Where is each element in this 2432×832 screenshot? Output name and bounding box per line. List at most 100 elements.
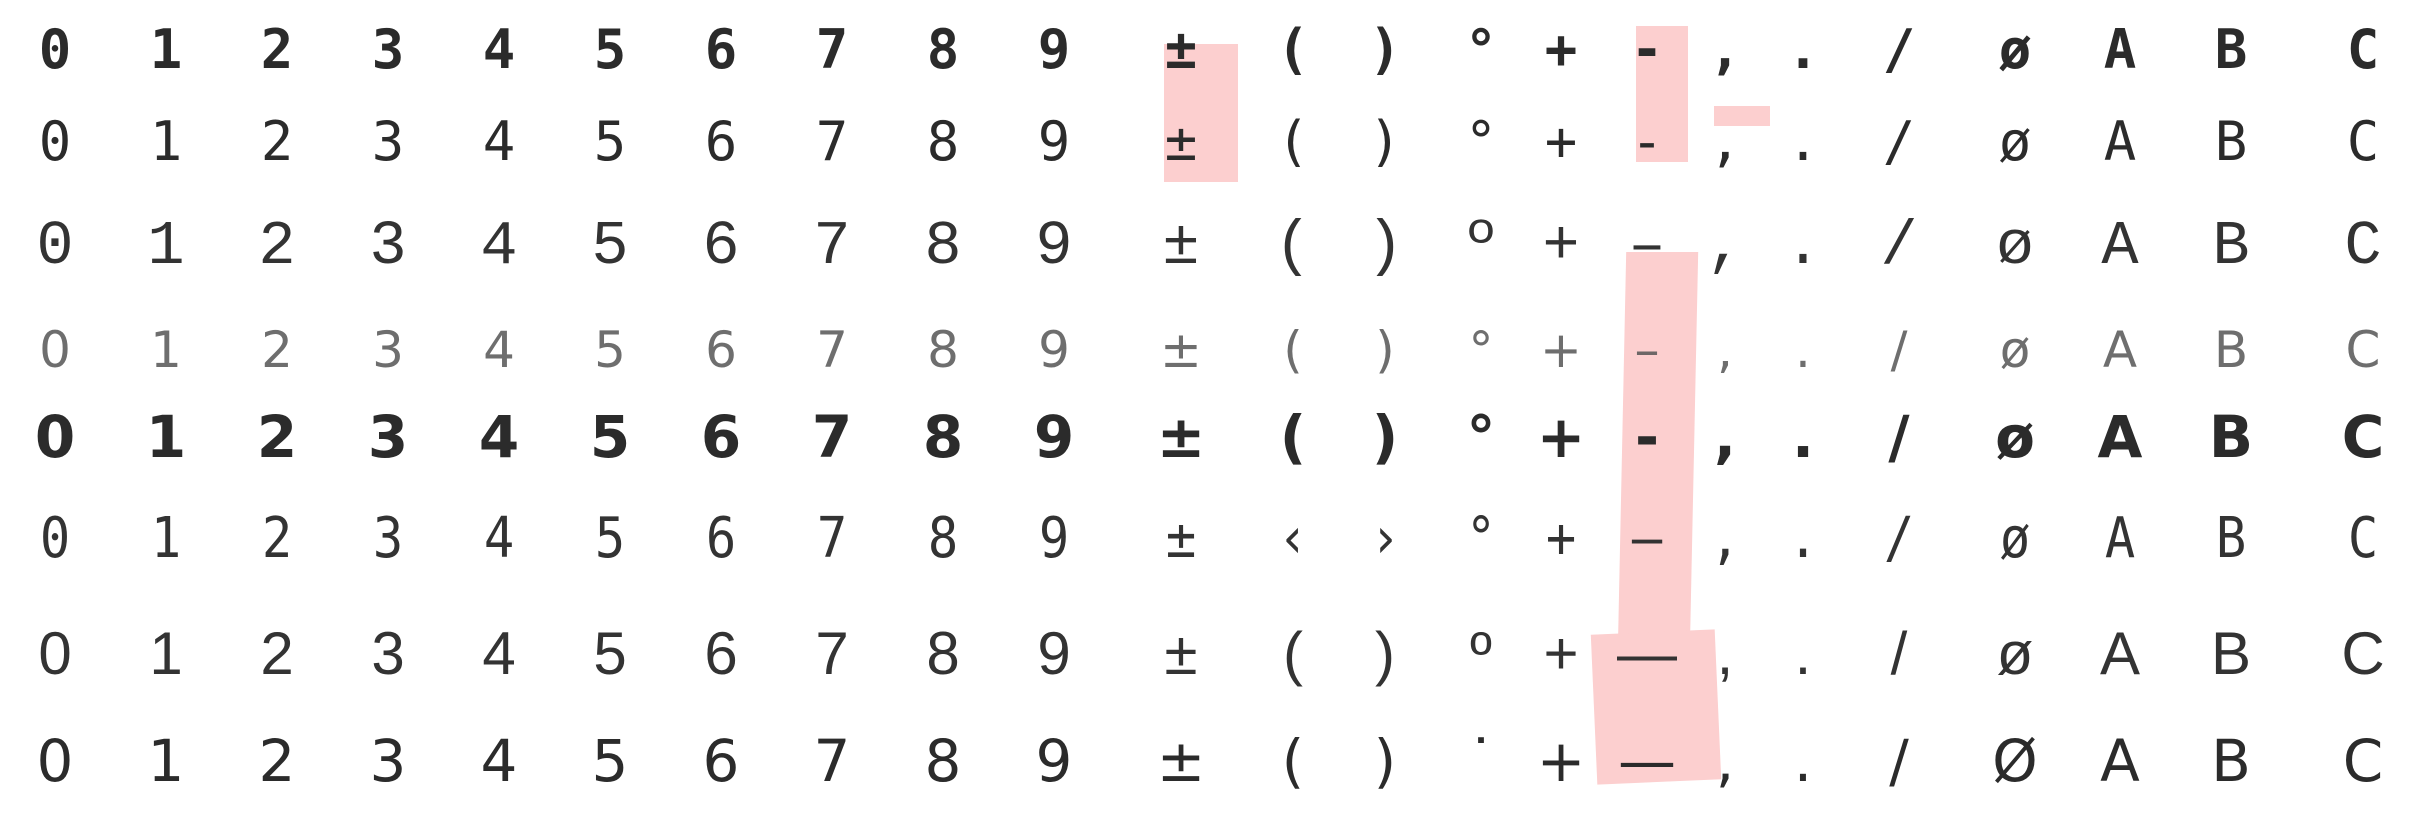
glyph: 2 [258,727,296,795]
glyph-row-3: 0 1 2 3 4 5 6 7 8 9 ±() º + –,. / ø A B C [0,192,2432,302]
glyph: ) [1368,110,1402,173]
glyph: ) [1375,620,1395,687]
glyph: 3 [371,18,405,81]
glyph: B [2210,620,2252,687]
glyph: 3 [371,620,405,687]
glyph: 5 [593,18,627,81]
glyph: 1 [147,211,185,282]
glyph: 0 [38,110,72,173]
glyph: 4 [480,211,518,282]
glyph: 5 [593,620,627,687]
glyph: 9 [1035,211,1073,282]
glyph: 1 [150,506,182,571]
glyph: 5 [591,727,629,795]
glyph: / [1889,727,1909,795]
glyph: 1 [145,403,187,471]
glyph: 8 [927,506,959,571]
glyph: ± [1164,18,1198,81]
glyph: 4 [482,18,516,81]
glyph: + [1545,506,1577,571]
glyph: 4 [478,403,520,471]
glyph: C [2341,620,2385,687]
glyph-row-5: 0 1 2 3 4 5 6 7 8 9 ±() ° + -,. / ø A B C [0,382,2432,492]
glyph: 0 [36,211,74,282]
glyph: 8 [926,110,960,173]
glyph: A [2097,403,2143,471]
glyph: 4 [482,620,516,687]
glyph: 8 [926,18,960,81]
glyph: 2 [260,18,294,81]
glyph: › [1369,506,1401,571]
glyph: / [1890,620,1908,687]
glyph: / [1883,506,1915,571]
glyph: 7 [816,506,848,571]
glyph: 2 [260,110,294,173]
glyph: / [1888,403,1910,471]
glyph: 7 [811,403,853,471]
glyph: 8 [926,620,960,687]
glyph: C [2346,18,2380,81]
glyph: ø [1996,211,2034,282]
glyph: . [1784,211,1822,282]
glyph: 3 [371,110,405,173]
glyph: ± [1162,211,1200,282]
glyph: 9 [1037,110,1071,173]
glyph: 4 [480,727,518,795]
glyph: 1 [149,18,183,81]
glyph: 5 [594,506,626,571]
glyph: 6 [702,211,740,282]
glyph: 7 [813,727,851,795]
glyph: 2 [256,403,298,471]
glyph: ± [1156,727,1206,795]
glyph: . [1793,727,1813,795]
glyph-row-1: 0 1 2 3 4 5 6 7 8 9 ±() ° + -,. / ø A B C [0,0,2432,100]
glyph: 0 [36,727,74,795]
glyph: 8 [924,727,962,795]
glyph: ± [1165,506,1197,571]
glyph: 8 [922,403,964,471]
glyph: A [2103,110,2137,173]
glyph: 5 [591,211,629,282]
glyph-row-7: 0 1 2 3 4 5 6 7 8 9 ±() º + —,. / ø A B C [0,594,2432,714]
glyph: 7 [813,211,851,282]
glyph: A [2103,18,2137,81]
glyph: . [1787,506,1819,571]
glyph: 4 [482,110,516,173]
glyph: 5 [589,403,631,471]
glyph: ø [1995,403,2035,471]
glyph: 1 [149,620,183,687]
glyph: / [1882,110,1916,173]
glyph: B [2212,211,2250,282]
glyph: 7 [815,18,849,81]
glyph-comparison-sheet: 0 1 2 3 4 5 6 7 8 9 ±() ° + -,. / ø A B C 0 1 2 3 4 5 6 7 8 9 ±() ° + -,… [0,0,2432,832]
glyph: A [2101,211,2139,282]
glyph: ø [1998,18,2032,81]
glyph: A [2100,727,2140,795]
glyph: . [1791,403,1815,471]
glyph: ± [1164,620,1198,687]
glyph: C [2342,727,2384,795]
glyph: 6 [700,403,742,471]
glyph: 9 [1037,620,1071,687]
glyph-row-8: 0 1 2 3 4 5 6 7 8 9 ±() ˙ + —,. / Ø A B C [0,706,2432,816]
glyph-row-2: 0 1 2 3 4 5 6 7 8 9 ±() ° + -,. / ø A B C [0,86,2432,198]
glyph: / [1882,18,1916,81]
glyph: ± [1156,403,1206,471]
glyph: B [2214,18,2248,81]
glyph: C [2344,211,2382,282]
glyph: ‹ [1277,506,1309,571]
glyph: 2 [260,620,294,687]
glyph: 6 [705,506,737,571]
glyph: 2 [261,506,293,571]
glyph: 6 [702,727,740,795]
glyph: 9 [1037,18,1071,81]
glyph-row-6: 0 1 2 3 4 5 6 7 8 9 ± ‹ › ° + –,. / ø A B C [0,484,2432,594]
glyph: ± [1164,110,1198,173]
glyph: C [2346,110,2380,173]
glyph: B [2215,506,2247,571]
glyph: 7 [815,620,849,687]
glyph: 0 [38,18,72,81]
glyph: 9 [1033,403,1075,471]
glyph: 3 [372,506,404,571]
glyph: 0 [34,403,76,471]
